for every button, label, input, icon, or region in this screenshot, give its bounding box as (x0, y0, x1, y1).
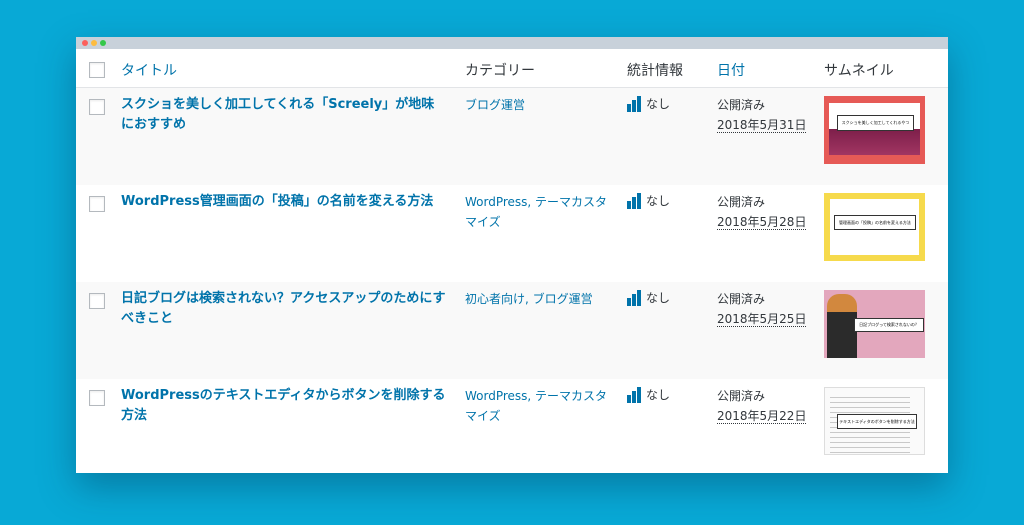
post-status: 公開済み (717, 292, 766, 306)
table-header: タイトル カテゴリー 統計情報 日付 サムネイル (76, 49, 948, 88)
column-category: カテゴリー (465, 63, 535, 79)
window-titlebar (76, 37, 948, 49)
post-title-link[interactable]: スクショを美しく加工してくれる「Screely」が地味におすすめ (121, 95, 446, 135)
column-date-sort[interactable]: 日付 (717, 60, 745, 80)
post-categories[interactable]: 初心者向け, ブログ運営 (465, 289, 615, 309)
stats-icon (627, 193, 641, 209)
table-row: スクショを美しく加工してくれる「Screely」が地味におすすめ ブログ運営 な… (76, 88, 948, 185)
table-row: 日記ブログは検索されない？アクセスアップのためにすべきこと 初心者向け, ブログ… (76, 282, 948, 379)
stats-icon (627, 387, 641, 403)
column-stats: 統計情報 (627, 63, 683, 79)
post-status: 公開済み (717, 389, 766, 403)
browser-window: タイトル カテゴリー 統計情報 日付 サムネイル スクショを美しく加工してくれる… (76, 37, 948, 473)
thumbnail-caption: テキストエディタのボタンを削除する方法 (837, 414, 917, 429)
thumbnail-caption: 日記ブログって検索されないの？ (854, 318, 924, 332)
stats-value: なし (646, 194, 671, 208)
thumbnail-caption: 管理画面の「投稿」の名前を変える方法 (834, 215, 916, 230)
post-date: 公開済み 2018年5月28日 (717, 192, 807, 232)
post-thumbnail: 管理画面の「投稿」の名前を変える方法 (824, 193, 925, 261)
select-all-checkbox[interactable] (89, 62, 105, 78)
post-date: 公開済み 2018年5月31日 (717, 95, 807, 135)
table-row: WordPressのテキストエディタからボタンを削除する方法 WordPress… (76, 379, 948, 473)
date-value: 2018年5月28日 (717, 215, 807, 230)
post-thumbnail: スクショを美しく加工してくれるやつ (824, 96, 925, 164)
post-title-link[interactable]: WordPress管理画面の「投稿」の名前を変える方法 (121, 192, 446, 212)
date-value: 2018年5月25日 (717, 312, 807, 327)
stats-icon (627, 96, 641, 112)
post-status: 公開済み (717, 98, 766, 112)
stats-value: なし (646, 388, 671, 402)
post-thumbnail: 日記ブログって検索されないの？ (824, 290, 925, 358)
table-row: WordPress管理画面の「投稿」の名前を変える方法 WordPress, テ… (76, 185, 948, 282)
date-value: 2018年5月22日 (717, 409, 807, 424)
close-window-dot[interactable] (82, 40, 88, 46)
date-value: 2018年5月31日 (717, 118, 807, 133)
post-categories[interactable]: WordPress, テーマカスタマイズ (465, 192, 615, 232)
column-thumbnail: サムネイル (824, 63, 894, 79)
row-checkbox[interactable] (89, 390, 105, 406)
maximize-window-dot[interactable] (100, 40, 106, 46)
post-status: 公開済み (717, 195, 766, 209)
post-date: 公開済み 2018年5月25日 (717, 289, 807, 329)
row-checkbox[interactable] (89, 196, 105, 212)
post-title-link[interactable]: 日記ブログは検索されない？アクセスアップのためにすべきこと (121, 289, 446, 329)
post-categories[interactable]: WordPress, テーマカスタマイズ (465, 386, 615, 426)
column-title-sort[interactable]: タイトル (121, 60, 177, 80)
stats-icon (627, 290, 641, 306)
stats-value: なし (646, 291, 671, 305)
post-categories[interactable]: ブログ運営 (465, 95, 615, 115)
row-checkbox[interactable] (89, 99, 105, 115)
stats-value: なし (646, 97, 671, 111)
post-date: 公開済み 2018年5月22日 (717, 386, 807, 426)
post-thumbnail: テキストエディタのボタンを削除する方法 (824, 387, 925, 455)
row-checkbox[interactable] (89, 293, 105, 309)
post-title-link[interactable]: WordPressのテキストエディタからボタンを削除する方法 (121, 386, 446, 426)
minimize-window-dot[interactable] (91, 40, 97, 46)
thumbnail-caption: スクショを美しく加工してくれるやつ (837, 115, 914, 131)
